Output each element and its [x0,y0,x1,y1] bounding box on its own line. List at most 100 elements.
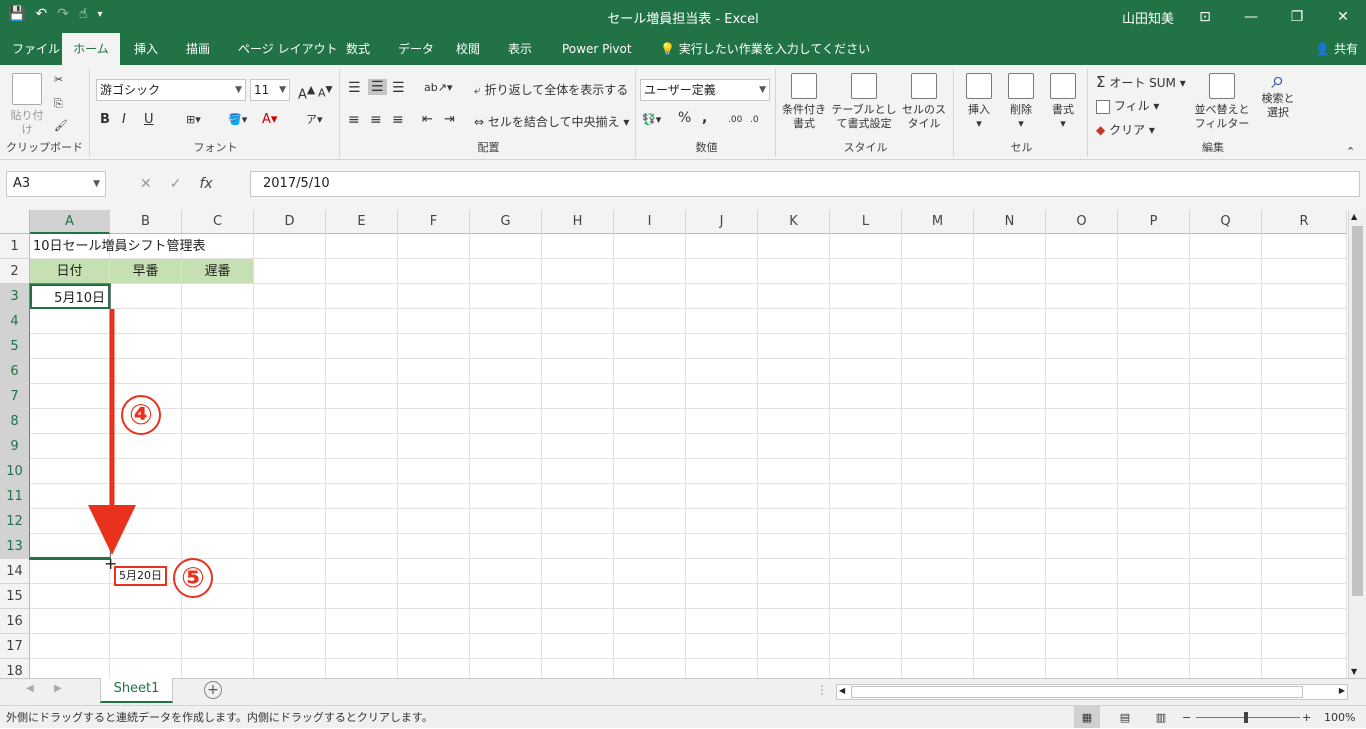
row-header-13[interactable]: 13 [0,534,30,559]
cell[interactable] [1118,459,1190,484]
column-header-j[interactable]: J [686,210,758,234]
cell[interactable] [758,634,830,659]
column-header-k[interactable]: K [758,210,830,234]
cell[interactable] [1046,484,1118,509]
cell[interactable] [830,409,902,434]
align-top-icon[interactable]: ☰ [348,81,361,95]
cell[interactable] [182,359,254,384]
copy-icon[interactable]: ⎘ [54,97,63,111]
tab-page-layout[interactable]: ページ レイアウト [228,33,348,65]
cell[interactable] [326,609,398,634]
cell[interactable] [1190,359,1262,384]
cell[interactable] [1190,434,1262,459]
cell[interactable] [1262,409,1347,434]
font-color-icon[interactable]: A▾ [262,113,277,127]
row-header-14[interactable]: 14 [0,559,30,584]
cell[interactable] [974,609,1046,634]
cell[interactable] [542,284,614,309]
cell[interactable] [1190,559,1262,584]
cell[interactable] [1262,434,1347,459]
cell[interactable] [470,284,542,309]
cell[interactable] [902,234,974,259]
cell[interactable] [110,634,182,659]
cell[interactable] [902,284,974,309]
cell[interactable] [254,434,326,459]
cell[interactable] [542,359,614,384]
scroll-up-icon[interactable]: ▲ [1351,212,1357,221]
tab-data[interactable]: データ [388,33,444,65]
cell[interactable] [758,234,830,259]
cell[interactable] [182,609,254,634]
tab-home[interactable]: ホーム [62,33,120,65]
cell[interactable] [614,434,686,459]
cell[interactable] [326,259,398,284]
cell[interactable] [758,559,830,584]
formula-input[interactable]: 2017/5/10 [250,171,1360,197]
phonetic-icon[interactable]: ア▾ [306,113,323,127]
fill-button[interactable]: フィル ▾ [1096,99,1159,114]
align-middle-icon[interactable]: ☰ [368,79,387,95]
cell[interactable] [902,384,974,409]
cell[interactable] [1118,259,1190,284]
cell[interactable] [1190,509,1262,534]
cell[interactable] [1046,459,1118,484]
tab-draw[interactable]: 描画 [176,33,220,65]
tab-view[interactable]: 表示 [498,33,542,65]
find-select-button[interactable]: ⌕ 検索と選択 [1258,68,1298,120]
cell[interactable] [182,409,254,434]
row-header-8[interactable]: 8 [0,409,30,434]
cell[interactable] [326,284,398,309]
cell[interactable] [398,534,470,559]
cell[interactable] [254,534,326,559]
cell[interactable] [326,409,398,434]
cell[interactable] [542,559,614,584]
cell[interactable] [1046,234,1118,259]
row-header-10[interactable]: 10 [0,459,30,484]
cell[interactable] [30,584,110,609]
cell[interactable] [542,634,614,659]
cell[interactable] [182,459,254,484]
cell[interactable] [542,234,614,259]
cell[interactable] [1046,434,1118,459]
cell[interactable] [1190,384,1262,409]
cell-b2[interactable]: 早番 [110,259,182,284]
cell[interactable] [542,484,614,509]
cell[interactable] [1118,634,1190,659]
cell[interactable] [254,284,326,309]
cell[interactable] [398,409,470,434]
cell[interactable] [974,634,1046,659]
cell[interactable] [1262,334,1347,359]
cell[interactable] [30,634,110,659]
cell[interactable] [614,584,686,609]
cell[interactable] [326,384,398,409]
paste-button[interactable]: 貼り付け [6,73,48,137]
cell[interactable] [974,559,1046,584]
cell[interactable] [1262,259,1347,284]
cell[interactable] [470,584,542,609]
enter-icon[interactable]: ✓ [170,171,182,197]
column-header-f[interactable]: F [398,210,470,234]
cell[interactable] [1118,559,1190,584]
row-header-15[interactable]: 15 [0,584,30,609]
cell[interactable] [830,234,902,259]
cell[interactable] [902,459,974,484]
cell[interactable] [470,634,542,659]
cell[interactable] [1262,484,1347,509]
cell[interactable] [1118,359,1190,384]
collapse-ribbon-icon[interactable]: ⌃ [1346,145,1355,159]
cell[interactable] [1118,434,1190,459]
increase-font-icon[interactable]: A▲ [298,83,315,102]
cell[interactable] [398,559,470,584]
cell[interactable] [1046,559,1118,584]
cell[interactable] [686,509,758,534]
cell[interactable] [398,284,470,309]
column-header-c[interactable]: C [182,210,254,234]
align-right-icon[interactable]: ≡ [392,113,404,127]
tab-splitter-icon[interactable]: ⋮ [816,683,828,697]
cell[interactable] [470,309,542,334]
cell[interactable] [758,284,830,309]
cell[interactable] [542,409,614,434]
cell[interactable] [182,634,254,659]
cell[interactable] [542,259,614,284]
cell[interactable] [470,384,542,409]
